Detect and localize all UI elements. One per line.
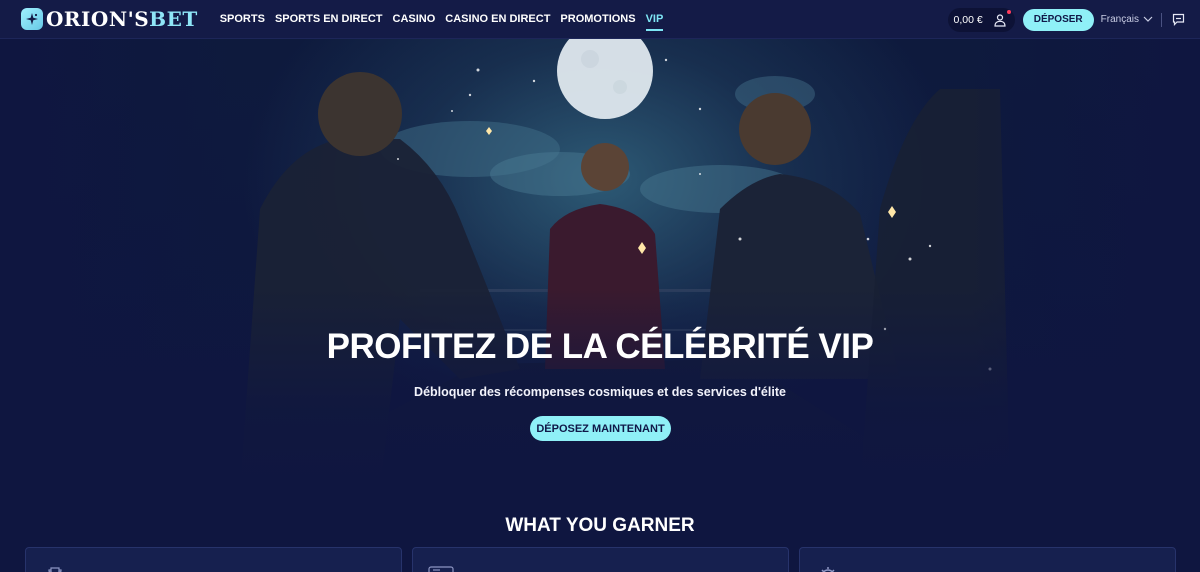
user-icon[interactable] bbox=[993, 9, 1011, 27]
hero-title: PROFITEZ DE LA CÉLÉBRITÉ VIP bbox=[326, 327, 874, 366]
section-title: WHAT YOU GARNER bbox=[505, 515, 695, 536]
balance-amount: 0,00 € bbox=[953, 13, 983, 26]
deposit-button[interactable]: DÉPOSER bbox=[1022, 8, 1094, 31]
nav-item-sports[interactable]: SPORTS bbox=[220, 0, 265, 39]
language-selector[interactable]: Français bbox=[1101, 14, 1153, 25]
benefit-card bbox=[412, 547, 789, 572]
main-nav: SPORTS SPORTS EN DIRECT CASINO CASINO EN… bbox=[220, 0, 674, 39]
logo-star-icon bbox=[21, 8, 43, 30]
top-navigation-bar: ORION'SBET SPORTS SPORTS EN DIRECT CASIN… bbox=[0, 0, 1200, 39]
nav-item-sports-live[interactable]: SPORTS EN DIRECT bbox=[275, 0, 383, 39]
nav-item-promotions[interactable]: PROMOTIONS bbox=[560, 0, 635, 39]
benefit-card bbox=[799, 547, 1176, 572]
brand-name: ORION'SBET bbox=[46, 7, 198, 31]
trophy-icon bbox=[48, 564, 62, 572]
ticket-icon bbox=[428, 563, 454, 572]
gear-icon bbox=[818, 563, 838, 572]
hero-subtitle: Débloquer des récompenses cosmiques et d… bbox=[414, 385, 786, 399]
language-label: Français bbox=[1100, 14, 1139, 25]
deposit-now-button[interactable]: DÉPOSEZ MAINTENANT bbox=[530, 416, 671, 441]
notification-dot bbox=[1006, 9, 1011, 14]
nav-item-vip[interactable]: VIP bbox=[645, 0, 663, 39]
chevron-down-icon bbox=[1143, 16, 1153, 22]
chat-icon[interactable] bbox=[1172, 13, 1185, 26]
brand-logo[interactable]: ORION'SBET bbox=[21, 0, 198, 39]
benefit-card bbox=[25, 547, 402, 572]
header-actions: 0,00 € DÉPOSER Français bbox=[947, 0, 1200, 39]
header-divider bbox=[1161, 12, 1162, 27]
account-balance-widget[interactable]: 0,00 € bbox=[947, 7, 1015, 32]
nav-item-casino-live[interactable]: CASINO EN DIRECT bbox=[445, 0, 550, 39]
nav-item-casino[interactable]: CASINO bbox=[393, 0, 436, 39]
